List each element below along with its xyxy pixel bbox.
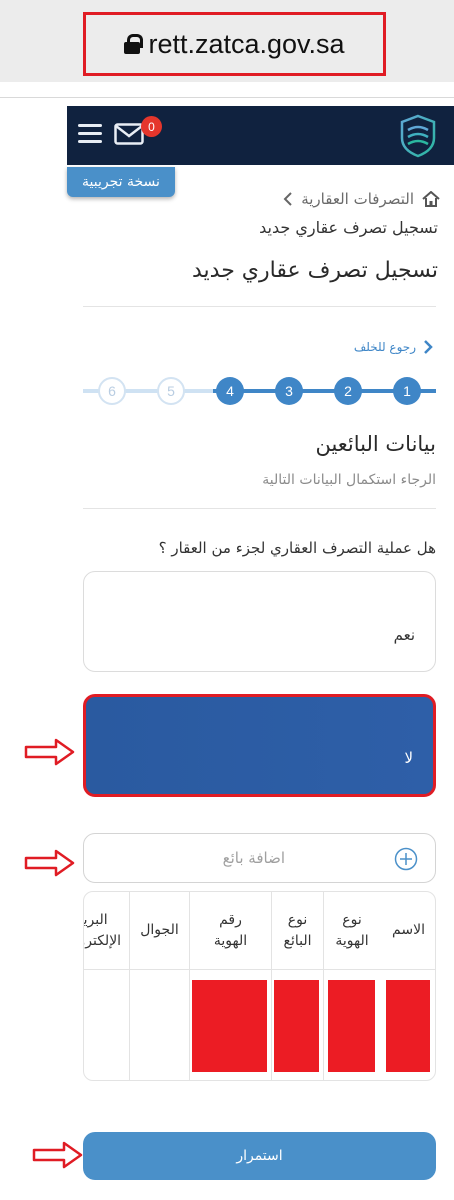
column-header-id-number: رقم الهوية [190,892,271,970]
annotation-arrow-icon [24,738,75,766]
continue-button[interactable]: استمرار [83,1132,436,1180]
url-bar-divider [0,97,454,98]
annotation-arrow-icon [24,849,75,877]
step-2[interactable]: 2 [334,377,362,405]
step-4[interactable]: 4 [216,377,244,405]
chevron-right-icon [424,340,433,354]
table-column: البريد الإلكتروني [84,892,129,1080]
breadcrumb-item-real-estate[interactable]: التصرفات العقارية [301,190,414,208]
lock-icon [124,34,144,54]
column-header-id-type: نوع الهوية [324,892,380,970]
section-title: بيانات البائعين [315,432,436,456]
step-1[interactable]: 1 [393,377,421,405]
url-text: rett.zatca.gov.sa [148,28,345,59]
section-divider [83,508,436,509]
column-header-name: الاسم [380,892,435,970]
column-header-mobile: الجوال [130,892,189,970]
table-column: نوع الهوية [323,892,380,1080]
breadcrumb-current: تسجيل تصرف عقاري جديد [259,218,438,237]
table-column: الجوال [129,892,189,1080]
mail-icon[interactable] [114,123,144,145]
option-no-label: لا [404,749,413,767]
column-header-email: البريد الإلكتروني [84,892,129,970]
zatca-logo-icon[interactable] [398,114,438,158]
url-highlight-box[interactable]: rett.zatca.gov.sa [83,12,386,76]
step-6[interactable]: 6 [98,377,126,405]
annotation-arrow-icon [32,1141,83,1169]
redacted-cell [328,980,375,1072]
table-column: الاسم [380,892,435,1080]
step-5[interactable]: 5 [157,377,185,405]
back-link[interactable]: رجوع للخلف [354,339,434,355]
option-yes-button[interactable]: نعم [83,571,436,672]
partial-property-question: هل عملية التصرف العقاري لجزء من العقار ؟ [158,539,436,557]
section-subtitle: الرجاء استكمال البيانات التالية [262,472,436,488]
title-divider [83,306,436,307]
redacted-cell [386,980,430,1072]
beta-version-tag: نسخة تجريبية [67,167,175,197]
chevron-left-icon [283,192,292,206]
option-yes-label: نعم [393,626,415,644]
page-title: تسجيل تصرف عقاري جديد [192,258,438,283]
redacted-cell [274,980,319,1072]
column-header-seller-type: نوع البائع [272,892,323,970]
sellers-table[interactable]: الاسم نوع الهوية نوع البائع رقم الهوية ا… [83,891,436,1081]
plus-circle-icon [394,847,418,871]
notification-badge: 0 [141,116,162,137]
progress-stepper: 1 2 3 4 5 6 [83,375,436,407]
menu-icon[interactable] [78,124,102,144]
add-seller-label: اضافة بائع [222,849,285,867]
breadcrumb: التصرفات العقارية [283,190,440,208]
table-column: رقم الهوية [189,892,271,1080]
back-link-label: رجوع للخلف [353,340,416,354]
option-no-button[interactable]: لا [83,694,436,797]
home-icon[interactable] [422,191,440,207]
step-3[interactable]: 3 [275,377,303,405]
add-seller-button[interactable]: اضافة بائع [83,833,436,883]
browser-url-bar[interactable]: rett.zatca.gov.sa [0,0,454,82]
app-header: 0 [67,106,454,165]
table-column: نوع البائع [271,892,323,1080]
redacted-cell [192,980,267,1072]
